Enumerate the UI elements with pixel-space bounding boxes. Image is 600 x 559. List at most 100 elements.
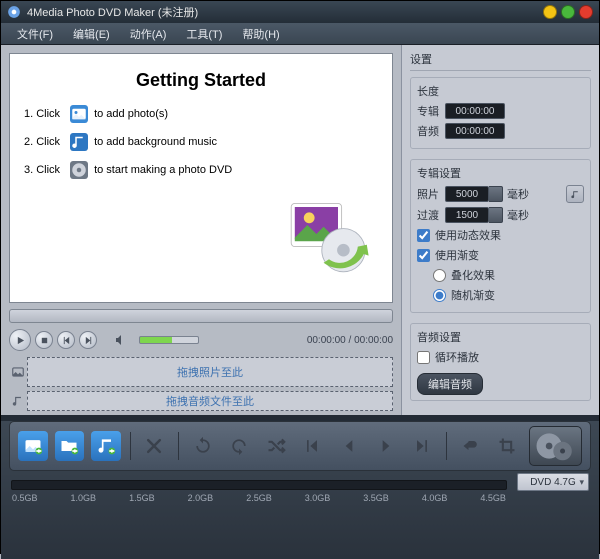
maximize-button[interactable] — [561, 5, 575, 19]
content: Getting Started 1. Click to add photo(s)… — [1, 45, 599, 415]
move-first-button[interactable] — [298, 431, 328, 461]
undo-button[interactable] — [456, 431, 486, 461]
photo-dropzone[interactable]: 拖拽照片至此 — [27, 357, 393, 387]
random-transition-radio[interactable]: 随机渐变 — [433, 287, 584, 303]
capacity-ticks: 0.5GB 1.0GB 1.5GB 2.0GB 2.5GB 3.0GB 3.5G… — [12, 493, 506, 503]
prev-button[interactable] — [57, 331, 75, 349]
close-button[interactable] — [579, 5, 593, 19]
burn-button[interactable] — [529, 426, 582, 466]
preview-panel: Getting Started 1. Click to add photo(s)… — [9, 53, 393, 303]
audio-settings-section: 音频设置 循环播放 编辑音频 — [410, 323, 591, 401]
capacity-meter: 0.5GB 1.0GB 1.5GB 2.0GB 2.5GB 3.0GB 3.5G… — [11, 480, 507, 490]
overlap-radio[interactable]: 叠化效果 — [433, 267, 584, 283]
settings-panel: 设置 长度 专辑 00:00:00 音频 00:00:00 专辑设置 照片 50… — [401, 45, 599, 415]
tick: 1.0GB — [71, 493, 97, 503]
timeline-slider[interactable] — [9, 309, 393, 323]
toolbar-separator-3 — [446, 432, 447, 460]
step-2-text: to add background music — [94, 136, 217, 148]
tick: 3.5GB — [363, 493, 389, 503]
bottom-panel: 0.5GB 1.0GB 1.5GB 2.0GB 2.5GB 3.0GB 3.5G… — [1, 421, 599, 559]
minimize-button[interactable] — [543, 5, 557, 19]
audio-dropzone[interactable]: 拖拽音频文件至此 — [27, 391, 393, 411]
step-3-label: 3. Click — [24, 164, 60, 176]
next-button[interactable] — [79, 331, 97, 349]
titlebar: 4Media Photo DVD Maker (未注册) — [1, 1, 599, 23]
delete-button[interactable] — [140, 431, 170, 461]
menubar: 文件(F) 编辑(E) 动作(A) 工具(T) 帮助(H) — [1, 23, 599, 45]
app-window: 4Media Photo DVD Maker (未注册) 文件(F) 编辑(E)… — [0, 0, 600, 554]
photo-duration-input[interactable]: 5000 — [445, 186, 489, 202]
app-logo-icon — [7, 5, 21, 19]
transition-duration-input[interactable]: 1500 — [445, 207, 489, 223]
rotate-cw-button[interactable] — [225, 431, 255, 461]
audio-dropzone-label: 拖拽音频文件至此 — [166, 393, 254, 409]
edit-audio-button[interactable]: 编辑音频 — [417, 373, 483, 395]
volume-slider[interactable] — [139, 336, 199, 344]
getting-started-row-2: 2. Click to add background music — [24, 133, 378, 151]
use-motion-label: 使用动态效果 — [435, 227, 501, 243]
tick: 2.0GB — [188, 493, 214, 503]
add-music-button[interactable] — [91, 431, 121, 461]
transition-duration-label: 过渡 — [417, 207, 445, 223]
playback-controls: 00:00:00 / 00:00:00 — [9, 329, 393, 351]
tick: 1.5GB — [129, 493, 155, 503]
add-photo-icon — [70, 105, 88, 123]
album-duration-label: 专辑 — [417, 103, 445, 119]
audio-duration-label: 音频 — [417, 123, 445, 139]
add-photo-button[interactable] — [18, 431, 48, 461]
photo-duration-unit: 毫秒 — [507, 186, 529, 202]
music-settings-button[interactable] — [566, 185, 584, 203]
toolbar-separator-1 — [130, 432, 131, 460]
album-settings-section: 专辑设置 照片 5000 毫秒 过渡 1500 毫秒 使用动态效果 使用渐变 — [410, 159, 591, 313]
disc-type-dropdown[interactable]: DVD 4.7G — [517, 473, 589, 491]
disc-type-label: DVD 4.7G — [530, 477, 576, 488]
move-right-button[interactable] — [371, 431, 401, 461]
menu-action[interactable]: 动作(A) — [120, 26, 177, 42]
transition-duration-unit: 毫秒 — [507, 207, 529, 223]
toolbar-separator-2 — [178, 432, 179, 460]
tick: 4.0GB — [422, 493, 448, 503]
album-settings-header: 专辑设置 — [417, 165, 584, 181]
getting-started-row-1: 1. Click to add photo(s) — [24, 105, 378, 123]
crop-button[interactable] — [492, 431, 522, 461]
menu-tools[interactable]: 工具(T) — [176, 26, 232, 42]
photo-duration-stepper[interactable] — [489, 186, 503, 202]
photo-dropzone-label: 拖拽照片至此 — [177, 364, 243, 380]
menu-file[interactable]: 文件(F) — [7, 26, 63, 42]
shuffle-button[interactable] — [261, 431, 291, 461]
audio-duration-value: 00:00:00 — [445, 123, 505, 139]
menu-help[interactable]: 帮助(H) — [232, 26, 289, 42]
dropzones: 拖拽照片至此 拖拽音频文件至此 — [9, 357, 393, 415]
loop-audio-label: 循环播放 — [435, 349, 479, 365]
preview-heading: Getting Started — [24, 70, 378, 91]
step-2-label: 2. Click — [24, 136, 60, 148]
use-transition-checkbox[interactable]: 使用渐变 — [417, 247, 584, 263]
time-display: 00:00:00 / 00:00:00 — [307, 335, 393, 346]
album-duration-value: 00:00:00 — [445, 103, 505, 119]
settings-title: 设置 — [410, 51, 591, 71]
loop-audio-checkbox[interactable]: 循环播放 — [417, 349, 584, 365]
open-folder-button[interactable] — [55, 431, 85, 461]
stop-button[interactable] — [35, 331, 53, 349]
play-button[interactable] — [9, 329, 31, 351]
random-transition-label: 随机渐变 — [451, 287, 495, 303]
getting-started-row-3: 3. Click to start making a photo DVD — [24, 161, 378, 179]
add-music-icon — [70, 133, 88, 151]
toolbar — [9, 421, 591, 471]
duration-header: 长度 — [417, 83, 584, 99]
move-left-button[interactable] — [334, 431, 364, 461]
use-motion-checkbox[interactable]: 使用动态效果 — [417, 227, 584, 243]
capacity-row: 0.5GB 1.0GB 1.5GB 2.0GB 2.5GB 3.0GB 3.5G… — [11, 479, 589, 491]
dvd-art-icon — [284, 198, 374, 278]
menu-edit[interactable]: 编辑(E) — [63, 26, 120, 42]
photo-duration-label: 照片 — [417, 186, 445, 202]
step-1-text: to add photo(s) — [94, 108, 168, 120]
left-pane: Getting Started 1. Click to add photo(s)… — [1, 45, 401, 415]
playbar: 00:00:00 / 00:00:00 — [9, 309, 393, 351]
transition-duration-stepper[interactable] — [489, 207, 503, 223]
tick: 0.5GB — [12, 493, 38, 503]
step-3-text: to start making a photo DVD — [94, 164, 232, 176]
rotate-ccw-button[interactable] — [188, 431, 218, 461]
duration-section: 长度 专辑 00:00:00 音频 00:00:00 — [410, 77, 591, 149]
move-last-button[interactable] — [407, 431, 437, 461]
